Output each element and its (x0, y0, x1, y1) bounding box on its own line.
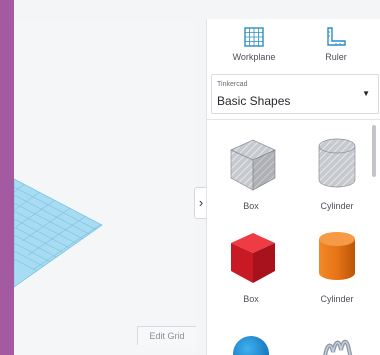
shape-tile-cylinder-hole[interactable]: Cylinder (297, 134, 377, 211)
shape-tile-scribble[interactable] (297, 320, 377, 355)
shape-label: Cylinder (320, 294, 354, 304)
scribble-icon (323, 339, 353, 355)
shape-tile-box[interactable]: Box (211, 227, 291, 304)
view-toolbar: Workplane Ruler (207, 19, 380, 71)
shape-label: Box (243, 201, 259, 211)
editor-frame: Edit Grid › Workplane Ruler Tinkercad Ba… (14, 0, 380, 355)
shape-label: Cylinder (320, 201, 354, 211)
selected-category: Basic Shapes (217, 94, 291, 108)
shape-tile-sphere[interactable] (211, 320, 291, 355)
shape-tile-box-hole[interactable]: Box (211, 134, 291, 211)
workplane-canvas[interactable] (14, 19, 197, 355)
workplane-icon (244, 27, 264, 47)
shape-label: Box (243, 294, 259, 304)
ruler-label: Ruler (325, 52, 347, 62)
edit-grid-button[interactable]: Edit Grid (137, 326, 196, 345)
ruler-icon (327, 27, 346, 46)
sphere-icon (233, 336, 269, 355)
shapes-panel: Workplane Ruler Tinkercad Basic Shapes ▼ (206, 19, 380, 355)
shape-grid: Box Cylinder Box Cylinder (207, 120, 380, 355)
library-label: Tinkercad (217, 81, 248, 88)
edit-grid-label: Edit Grid (149, 331, 185, 341)
box-icon (231, 233, 275, 283)
cylinder-hole-icon (318, 138, 356, 188)
shape-tile-cylinder[interactable]: Cylinder (297, 227, 377, 304)
chevron-right-icon: › (198, 195, 204, 210)
caret-down-icon: ▼ (362, 89, 370, 98)
workplane-button[interactable]: Workplane (219, 25, 289, 62)
shape-library-dropdown[interactable]: Tinkercad Basic Shapes ▼ (211, 74, 379, 114)
cylinder-icon (319, 232, 355, 280)
workplane-grid[interactable] (14, 19, 197, 355)
ruler-button[interactable]: Ruler (301, 25, 371, 62)
workplane-label: Workplane (232, 52, 276, 62)
box-hole-icon (230, 139, 276, 191)
